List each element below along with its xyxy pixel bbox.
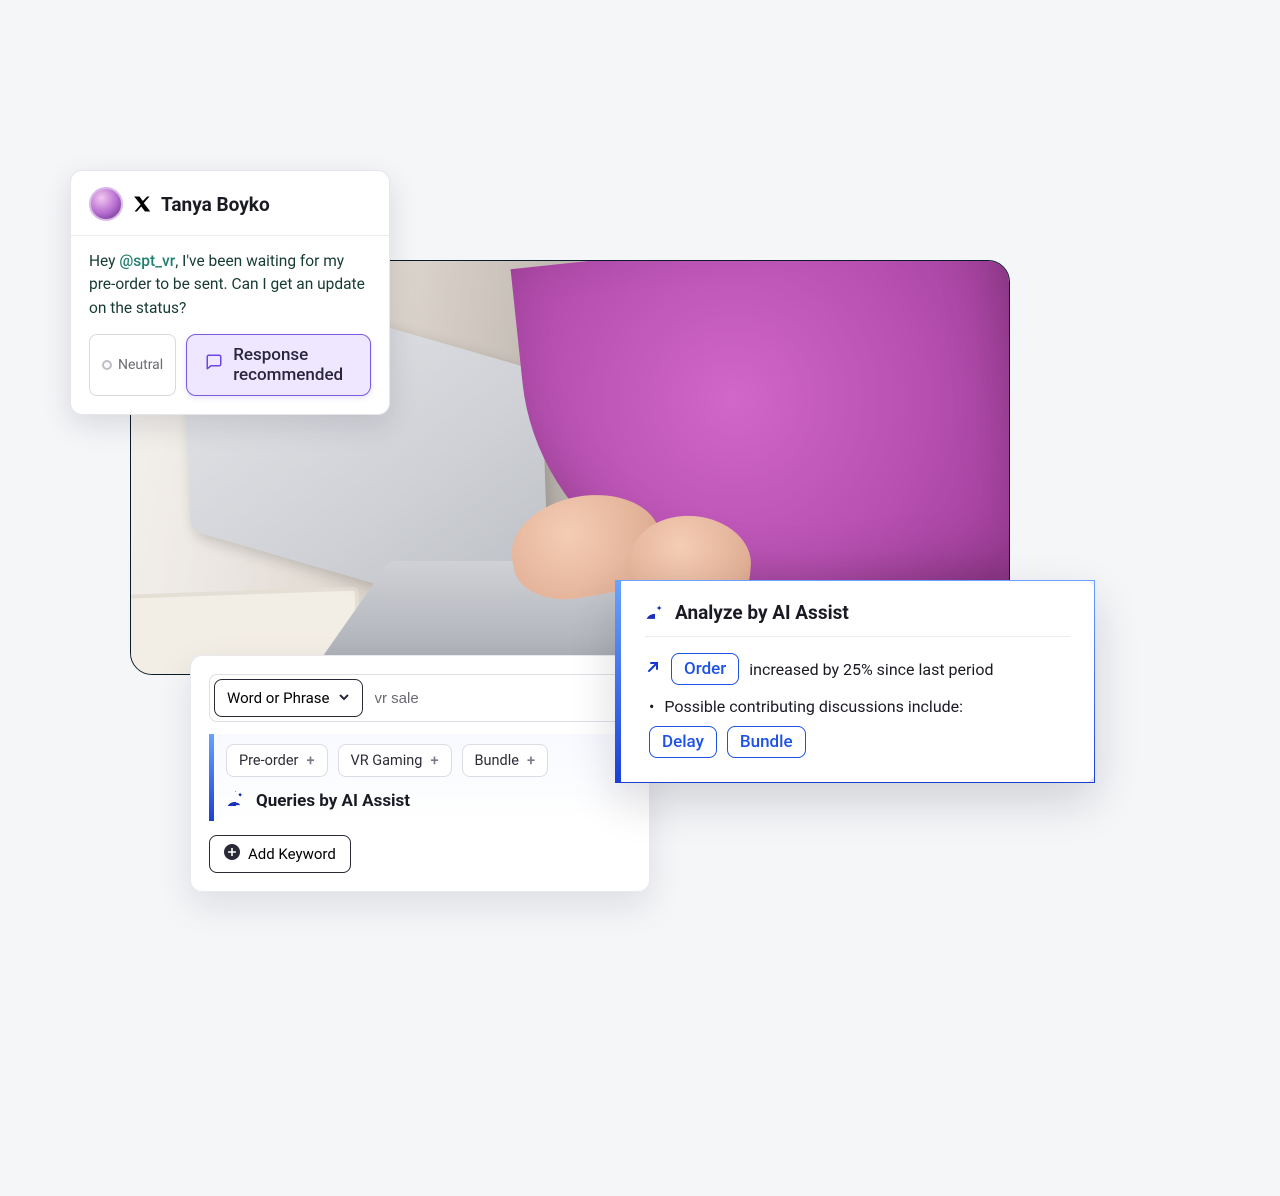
analyze-title-text: Analyze by AI Assist (675, 601, 849, 624)
query-input-row: Word or Phrase (209, 674, 631, 722)
analyze-card: Analyze by AI Assist Order increased by … (615, 580, 1095, 783)
trend-up-icon (645, 659, 661, 679)
chat-icon (205, 353, 223, 376)
plus-icon: + (527, 752, 535, 769)
response-recommended-tag[interactable]: Response recommended (186, 334, 371, 396)
topic-chip-order[interactable]: Order (671, 653, 739, 685)
message-body: Hey @spt_vr, I've been waiting for my pr… (71, 236, 389, 334)
x-logo-icon (133, 195, 151, 213)
keyword-chip[interactable]: Pre-order + (226, 744, 328, 777)
add-keyword-button[interactable]: Add Keyword (209, 835, 351, 873)
ai-assist-icon (645, 603, 665, 623)
ai-queries-block: Pre-order + VR Gaming + Bundle + Queries by A… (209, 734, 631, 821)
avatar (89, 187, 123, 221)
query-type-label: Word or Phrase (227, 689, 330, 707)
response-label: Response recommended (233, 345, 352, 385)
social-message-card: Tanya Boyko Hey @spt_vr, I've been waiti… (70, 170, 390, 415)
keyword-input[interactable] (367, 680, 631, 717)
mention-handle: @spt_vr (119, 252, 175, 270)
chevron-down-icon (338, 689, 350, 707)
ai-assist-icon (226, 791, 246, 811)
author-name: Tanya Boyko (161, 193, 270, 216)
chip-label: Bundle (475, 752, 519, 769)
contributing-subheading: Possible contributing discussions includ… (645, 697, 1070, 726)
plus-circle-icon (224, 844, 240, 864)
trend-text: increased by 25% since last period (749, 660, 993, 679)
keyword-chip[interactable]: Bundle + (462, 744, 549, 777)
chip-label: VR Gaming (351, 752, 423, 769)
chip-label: Pre-order (239, 752, 298, 769)
query-type-select[interactable]: Word or Phrase (214, 679, 363, 717)
keyword-chip[interactable]: VR Gaming + (338, 744, 452, 777)
queries-title-text: Queries by AI Assist (256, 791, 410, 811)
sentiment-label: Neutral (118, 357, 163, 373)
queries-card: Word or Phrase Pre-order+VR Gaming+Bundl… (190, 655, 650, 892)
sentiment-tag[interactable]: Neutral (89, 334, 176, 396)
contributing-chip[interactable]: Bundle (727, 726, 806, 758)
neutral-dot-icon (102, 360, 112, 370)
plus-icon: + (430, 752, 438, 769)
message-text-before: Hey (89, 252, 119, 270)
contributing-chip[interactable]: Delay (649, 726, 717, 758)
add-keyword-label: Add Keyword (248, 845, 336, 863)
plus-icon: + (306, 752, 314, 769)
